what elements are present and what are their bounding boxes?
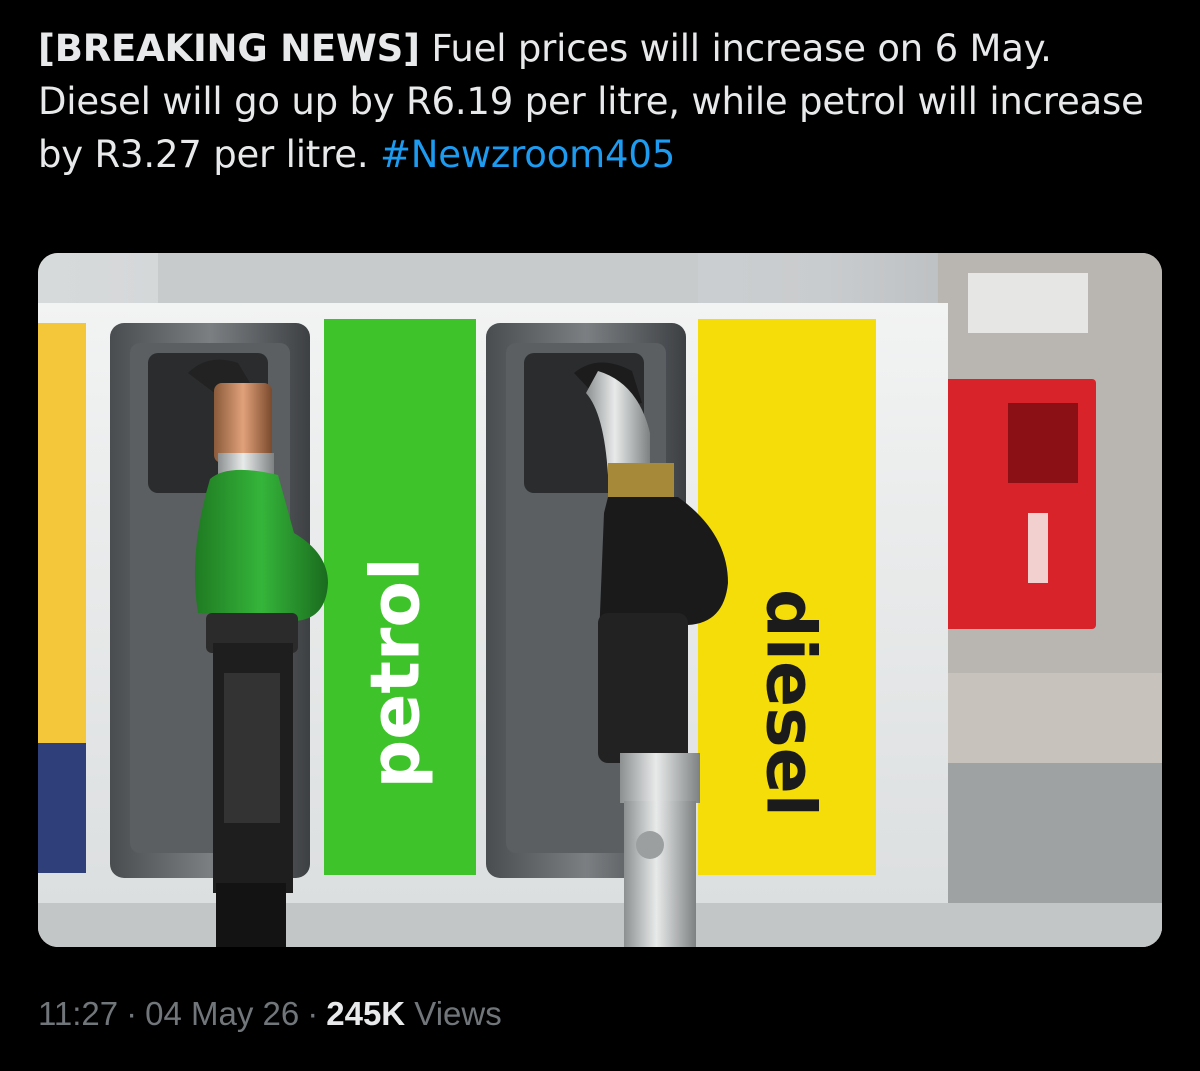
tweet-time[interactable]: 11:27 [38,995,118,1032]
tweet-media-image[interactable]: petrol diesel [38,253,1162,947]
separator-dot: · [126,995,138,1032]
hashtag-link[interactable]: #Newzroom405 [380,133,675,176]
tweet-lead: [BREAKING NEWS] [38,27,420,70]
petrol-label: petrol [357,558,436,789]
views-count[interactable]: 245K [326,995,405,1032]
views-label: Views [414,995,502,1032]
tweet-text: [BREAKING NEWS] Fuel prices will increas… [38,22,1168,181]
tweet-date[interactable]: 04 May 26 [145,995,299,1032]
tweet-metadata: 11:27 · 04 May 26 · 245K Views [38,992,502,1036]
separator-dot-2: · [307,995,319,1032]
diesel-label: diesel [750,589,829,817]
